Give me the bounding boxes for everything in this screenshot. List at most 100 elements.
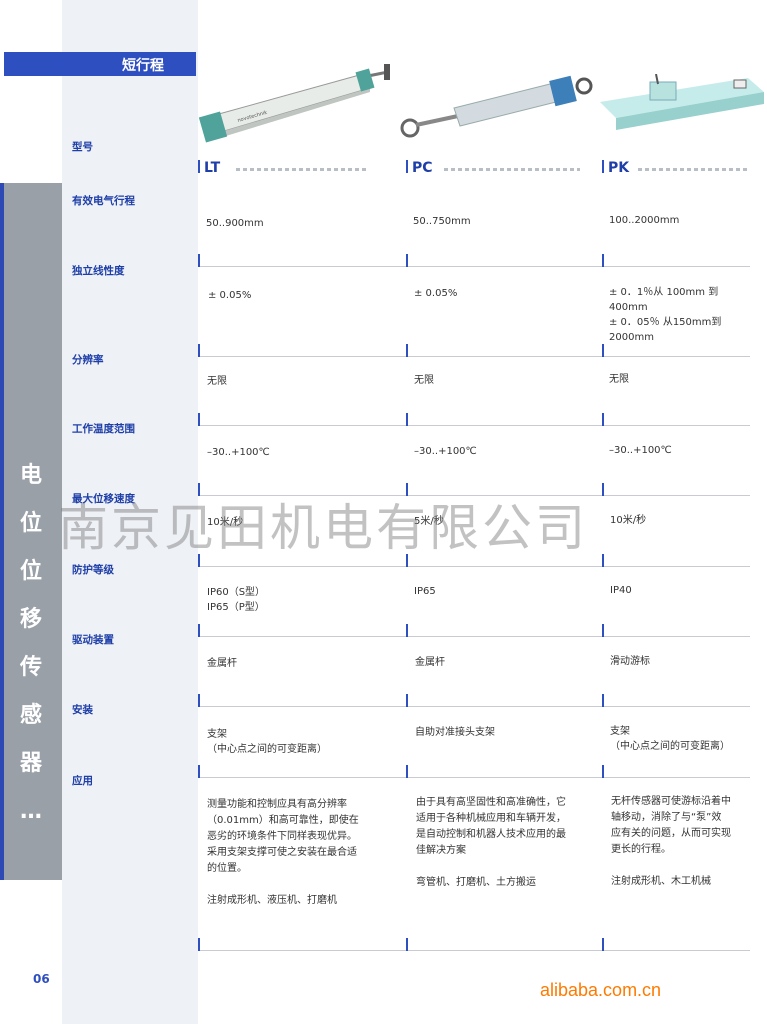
cell-line: 400mm <box>609 302 648 313</box>
cell-resolution-lt: 无限 <box>207 376 227 387</box>
cell-temperature-pk: –30..+100℃ <box>609 445 672 456</box>
cell-line: （0.01mm）和高可靠性，即使在 <box>207 815 359 826</box>
cell-line: 2000mm <box>609 332 654 343</box>
sidebar-accent-strip <box>0 183 4 880</box>
cell-protection-lt: IP60（S型） IP65（P型） <box>207 585 265 615</box>
cell-speed-pk: 10米/秒 <box>610 515 647 526</box>
row-divider <box>198 706 750 707</box>
cell-mounting-pk: 支架 （中心点之间的可变距离） <box>610 724 730 754</box>
cell-line: 佳解决方案 <box>416 845 466 856</box>
row-divider <box>198 566 750 567</box>
cell-line: 轴移动，消除了与“泵”效 <box>611 812 722 823</box>
cell-stroke-pk: 100..2000mm <box>609 215 680 226</box>
cell-linearity-lt: ± 0.05% <box>208 290 252 301</box>
row-divider <box>198 950 750 951</box>
cell-line: 采用支架支撑可使之安装在最合适 <box>207 847 357 858</box>
cell-line: 弯管机、打磨机、土方搬运 <box>416 877 536 888</box>
cell-mounting-lt: 支架 （中心点之间的可变距离） <box>207 727 327 757</box>
row-tick <box>406 694 408 707</box>
cell-mounting-pc: 自助对准接头支架 <box>415 727 495 738</box>
page-number: 06 <box>33 972 50 986</box>
vertical-title-char: 传 <box>19 655 42 680</box>
cell-drive-pk: 滑动游标 <box>610 656 650 667</box>
row-tick <box>198 938 200 951</box>
cell-stroke-pc: 50..750mm <box>413 216 471 227</box>
cell-line: 的位置。 <box>207 863 247 874</box>
row-tick <box>198 694 200 707</box>
row-tick <box>406 765 408 778</box>
cell-line: 应有关的问题，从而可实现 <box>611 828 731 839</box>
section-title: 短行程 <box>122 58 164 74</box>
cell-linearity-pk: ± 0．1％从 100mm 到 400mm ± 0．05％ 从150mm到 20… <box>609 285 759 345</box>
row-tick <box>602 765 604 778</box>
pc-sensor-image <box>400 75 593 138</box>
site-watermark: alibaba.com.cn <box>540 980 662 1000</box>
row-tick <box>198 160 200 173</box>
cell-line: 是自动控制和机器人技术应用的最 <box>416 829 566 840</box>
lt-sensor-image: novotechnik <box>198 64 390 143</box>
cell-line <box>611 858 763 874</box>
cell-line: 支架 <box>207 729 227 740</box>
cell-line: ± 0．1％从 100mm 到 <box>609 287 719 298</box>
cell-protection-pc: IP65 <box>414 586 436 597</box>
row-tick <box>198 344 200 357</box>
column-header-pc: PC <box>412 160 433 176</box>
cell-line: 由于具有高坚固性和高准确性，它 <box>416 797 566 808</box>
cell-drive-pc: 金属杆 <box>415 657 445 668</box>
row-tick <box>602 554 604 567</box>
cell-line: 支架 <box>610 726 630 737</box>
cell-application-lt: 测量功能和控制应具有高分辨率 （0.01mm）和高可靠性，即使在 恶劣的环境条件… <box>207 797 403 909</box>
row-tick <box>602 160 604 173</box>
row-tick <box>406 160 408 173</box>
cell-resolution-pc: 无限 <box>414 375 434 386</box>
row-tick <box>406 413 408 426</box>
column-header-pk: PK <box>608 160 630 176</box>
row-divider <box>198 777 750 778</box>
row-label-linearity: 独立线性度 <box>72 265 125 277</box>
cell-line: IP60（S型） <box>207 587 266 598</box>
vertical-title-char: 器 <box>19 751 42 776</box>
row-tick <box>602 624 604 637</box>
row-tick <box>198 765 200 778</box>
pk-sensor-image <box>600 74 764 130</box>
vertical-title: 电 位 位 移 传 感 器 … <box>14 452 48 836</box>
row-tick <box>406 344 408 357</box>
row-tick <box>602 483 604 496</box>
row-tick <box>602 413 604 426</box>
row-tick <box>198 254 200 267</box>
cell-temperature-lt: –30..+100℃ <box>207 447 270 458</box>
row-tick <box>602 254 604 267</box>
row-tick <box>406 254 408 267</box>
cell-line: IP65（P型） <box>207 602 265 613</box>
column-header-lt: LT <box>204 160 221 176</box>
row-label-drive: 驱动装置 <box>72 634 114 646</box>
cell-linearity-pc: ± 0.05% <box>414 288 458 299</box>
row-label-stroke: 有效电气行程 <box>72 195 135 207</box>
column-header-dots <box>444 168 580 171</box>
row-divider <box>198 425 750 426</box>
cell-protection-pk: IP40 <box>610 585 632 596</box>
row-tick <box>602 344 604 357</box>
column-header-dots <box>638 168 748 171</box>
cell-line <box>416 859 606 875</box>
cell-line: ± 0．05％ 从150mm到 <box>609 317 722 328</box>
cell-line: 注射成形机、液压机、打磨机 <box>207 895 337 906</box>
row-divider <box>198 356 750 357</box>
watermark-text: 南京见田机电有限公司 <box>58 499 588 557</box>
row-divider <box>198 636 750 637</box>
row-tick <box>406 938 408 951</box>
vertical-title-char: … <box>20 799 42 824</box>
cell-resolution-pk: 无限 <box>609 374 629 385</box>
row-tick <box>602 938 604 951</box>
cell-line: 适用于各种机械应用和车辆开发， <box>416 813 566 824</box>
cell-line: 注射成形机、木工机械 <box>611 876 711 887</box>
vertical-title-char: 电 <box>19 463 42 488</box>
row-label-mounting: 安装 <box>72 704 93 716</box>
row-tick <box>198 624 200 637</box>
section-header: 短行程 <box>4 52 196 76</box>
cell-application-pk: 无杆传感器可使游标沿着中 轴移动，消除了与“泵”效 应有关的问题，从而可实现 更… <box>611 794 763 890</box>
cell-line: 恶劣的环境条件下同样表现优异。 <box>207 831 357 842</box>
cell-line: 无杆传感器可使游标沿着中 <box>611 796 731 807</box>
cell-line: （中心点之间的可变距离） <box>207 744 327 755</box>
cell-line: （中心点之间的可变距离） <box>610 741 730 752</box>
